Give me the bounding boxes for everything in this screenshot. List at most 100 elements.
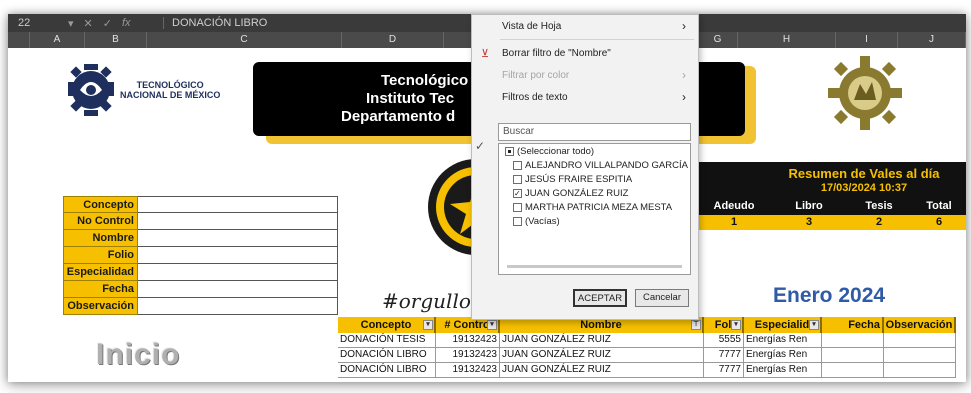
- col-header-g[interactable]: G: [698, 32, 738, 48]
- cell-control[interactable]: 19132423: [436, 363, 500, 377]
- list-item[interactable]: JUAN GONZÁLEZ RUIZ: [499, 186, 690, 200]
- field-no-control[interactable]: [138, 213, 338, 230]
- resumen-header-tesis: Tesis: [865, 200, 893, 212]
- form-row-folio: Folio: [63, 247, 338, 264]
- cell-especialidad[interactable]: Energías Ren: [744, 333, 822, 347]
- resumen-panel: Resumen de Vales al día 17/03/2024 10:37…: [699, 162, 966, 230]
- col-header-a[interactable]: A: [30, 32, 85, 48]
- filter-values-list: (Seleccionar todo) ALEJANDRO VILLALPANDO…: [498, 143, 691, 275]
- menu-item-vista-hoja[interactable]: Vista de Hoja ›: [472, 15, 698, 37]
- name-box[interactable]: 22: [8, 17, 68, 29]
- list-item-label: ALEJANDRO VILLALPANDO GARCÍA: [525, 159, 688, 171]
- cell-observacion[interactable]: [884, 333, 956, 347]
- col-header-i[interactable]: I: [836, 32, 898, 48]
- tecnm-logo: TECNOLÓGICO NACIONAL DE MÉXICO: [66, 62, 220, 118]
- th-concepto-label: Concepto: [338, 317, 435, 333]
- th-fecha-label: Fecha: [822, 317, 883, 333]
- col-header-c[interactable]: C: [147, 32, 342, 48]
- cell-concepto[interactable]: DONACIÓN LIBRO: [338, 348, 436, 362]
- table-row[interactable]: DONACIÓN TESIS 19132423 JUAN GONZÁLEZ RU…: [338, 333, 956, 348]
- cancel-button[interactable]: Cancelar: [635, 289, 689, 307]
- resumen-values: 1 3 2 6: [699, 215, 966, 230]
- filter-menu: Vista de Hoja › ⊻ Borrar filtro de "Nomb…: [471, 14, 699, 320]
- list-item[interactable]: (Seleccionar todo): [499, 144, 690, 158]
- col-header-j[interactable]: J: [898, 32, 966, 48]
- filter-dropdown-icon[interactable]: ▾: [809, 320, 819, 330]
- cell-folio[interactable]: 7777: [704, 348, 744, 362]
- filter-search-input[interactable]: Buscar: [498, 123, 691, 141]
- label-nombre: Nombre: [63, 230, 138, 247]
- cell-fecha[interactable]: [822, 333, 884, 347]
- table-row[interactable]: DONACIÓN LIBRO 19132423 JUAN GONZÁLEZ RU…: [338, 348, 956, 363]
- clear-filter-icon: ⊻: [481, 47, 490, 60]
- cell-observacion[interactable]: [884, 363, 956, 377]
- filter-dropdown-icon[interactable]: ▾: [487, 320, 497, 330]
- list-item-label: (Vacías): [525, 215, 560, 227]
- vista-hoja-label: Vista de Hoja: [502, 20, 562, 32]
- form-row-observacion: Observación: [63, 298, 338, 315]
- resumen-headers: Adeudo Libro Tesis Total: [699, 198, 966, 215]
- filter-dropdown-icon[interactable]: ▾: [423, 320, 433, 330]
- filter-dropdown-icon[interactable]: ▾: [731, 320, 741, 330]
- records-table: Concepto ▾ # Contro ▾ Nombre ⊤ Fol ▾ Especia…: [338, 317, 956, 378]
- checkbox[interactable]: [513, 188, 522, 198]
- cell-control[interactable]: 19132423: [436, 333, 500, 347]
- cell-fecha[interactable]: [822, 363, 884, 377]
- checkbox[interactable]: [513, 202, 522, 212]
- checkbox[interactable]: [513, 160, 522, 170]
- cell-folio[interactable]: 5555: [704, 333, 744, 347]
- tecnm-emblem-icon: [68, 64, 114, 116]
- cell-concepto[interactable]: DONACIÓN TESIS: [338, 333, 436, 347]
- resumen-header-adeudo: Adeudo: [713, 200, 755, 212]
- resumen-title: Resumen de Vales al día: [788, 166, 940, 181]
- col-header-h[interactable]: H: [738, 32, 836, 48]
- resumen-header-total: Total: [926, 200, 952, 212]
- menu-divider: [500, 39, 694, 40]
- list-item[interactable]: JESÚS FRAIRE ESPITIA: [499, 172, 690, 186]
- list-item[interactable]: (Vacías): [499, 214, 690, 228]
- checkmark-icon: ✓: [475, 139, 486, 153]
- field-observacion[interactable]: [138, 298, 338, 315]
- cell-especialidad[interactable]: Energías Ren: [744, 348, 822, 362]
- checkbox[interactable]: [513, 216, 522, 226]
- checkbox-select-all[interactable]: [505, 146, 514, 156]
- dropdown-icon[interactable]: ▾: [68, 17, 74, 30]
- list-item[interactable]: MARTHA PATRICIA MEZA MESTA: [499, 200, 690, 214]
- field-fecha[interactable]: [138, 281, 338, 298]
- checkbox[interactable]: [513, 174, 522, 184]
- inicio-button[interactable]: Inicio: [96, 338, 180, 372]
- cancel-icon[interactable]: ✕: [84, 17, 93, 30]
- list-item[interactable]: ALEJANDRO VILLALPANDO GARCÍA: [499, 158, 690, 172]
- field-folio[interactable]: [138, 247, 338, 264]
- fx-icon[interactable]: fx: [122, 17, 131, 30]
- cell-observacion[interactable]: [884, 348, 956, 362]
- filtrar-color-label: Filtrar por color: [502, 69, 570, 81]
- col-header-d[interactable]: D: [342, 32, 444, 48]
- cell-nombre[interactable]: JUAN GONZÁLEZ RUIZ: [500, 363, 704, 377]
- field-nombre[interactable]: [138, 230, 338, 247]
- menu-item-borrar-filtro[interactable]: ⊻ Borrar filtro de "Nombre": [472, 42, 698, 64]
- cell-fecha[interactable]: [822, 348, 884, 362]
- cell-nombre[interactable]: JUAN GONZÁLEZ RUIZ: [500, 333, 704, 347]
- filter-active-icon[interactable]: ⊤: [691, 320, 701, 330]
- menu-item-filtros-texto[interactable]: Filtros de texto ›: [472, 86, 698, 108]
- cell-concepto[interactable]: DONACIÓN LIBRO: [338, 363, 436, 377]
- accept-button[interactable]: ACEPTAR: [573, 289, 627, 307]
- form-row-nombre: Nombre: [63, 230, 338, 247]
- resumen-value-libro: 3: [805, 216, 813, 228]
- select-all-corner[interactable]: [8, 32, 30, 48]
- cell-especialidad[interactable]: Energías Ren: [744, 363, 822, 377]
- label-observacion: Observación: [63, 298, 138, 315]
- field-especialidad[interactable]: [138, 264, 338, 281]
- formula-input[interactable]: DONACIÓN LIBRO: [163, 17, 267, 29]
- list-item-label: (Seleccionar todo): [517, 145, 595, 157]
- col-header-b[interactable]: B: [85, 32, 147, 48]
- confirm-icon[interactable]: ✓: [103, 17, 112, 30]
- cell-control[interactable]: 19132423: [436, 348, 500, 362]
- cell-folio[interactable]: 7777: [704, 363, 744, 377]
- horizontal-scrollbar[interactable]: [507, 265, 682, 268]
- cell-nombre[interactable]: JUAN GONZÁLEZ RUIZ: [500, 348, 704, 362]
- field-concepto[interactable]: [138, 196, 338, 213]
- table-row[interactable]: DONACIÓN LIBRO 19132423 JUAN GONZÁLEZ RU…: [338, 363, 956, 378]
- list-item-label: JESÚS FRAIRE ESPITIA: [525, 173, 633, 185]
